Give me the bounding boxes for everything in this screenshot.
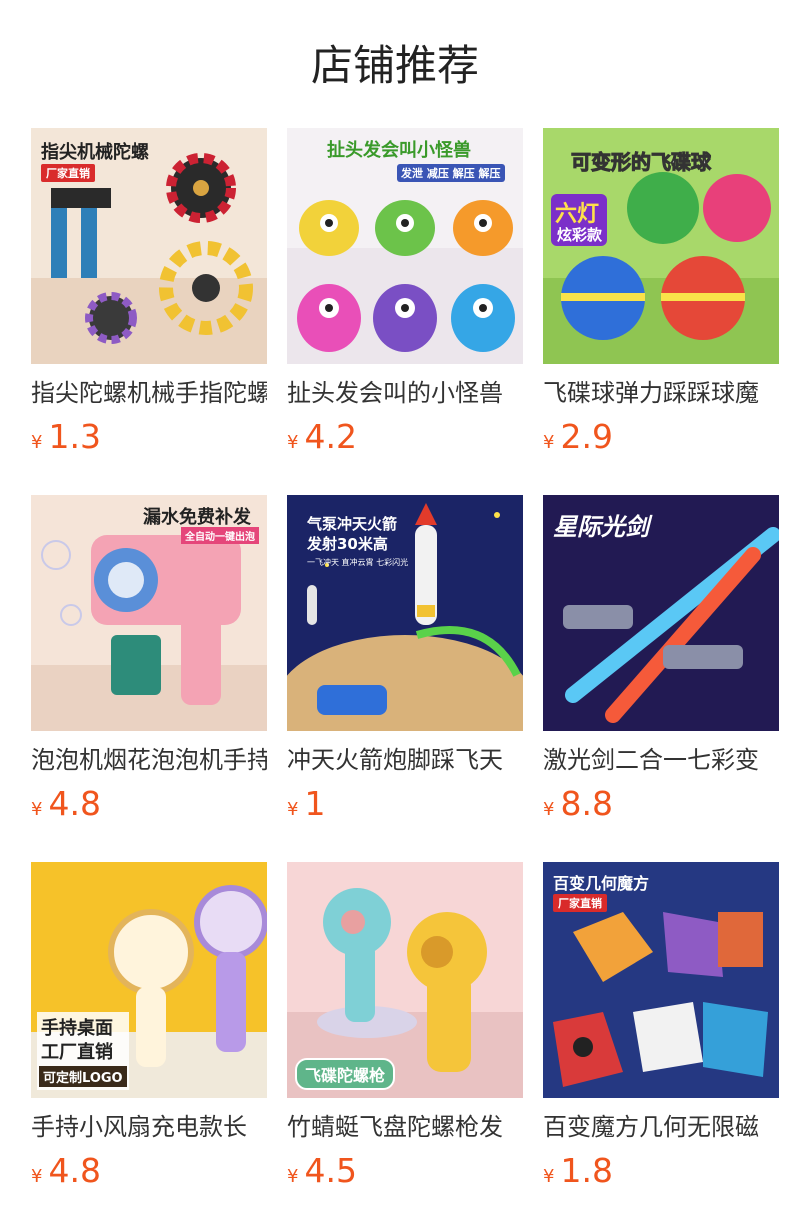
- price-value: 4.5: [304, 1151, 357, 1190]
- image-label-2: 发射30米高: [307, 535, 388, 553]
- product-name[interactable]: 泡泡机烟花泡泡机手持: [31, 743, 267, 777]
- product-card[interactable]: 星际光剑 激光剑二合一七彩变 ¥8.8: [543, 495, 779, 823]
- lightsaber-image[interactable]: 星际光剑: [543, 495, 779, 731]
- product-price: ¥1: [287, 785, 325, 823]
- product-name[interactable]: 百变魔方几何无限磁: [543, 1110, 779, 1144]
- image-label: 漏水免费补发: [143, 507, 251, 528]
- product-card[interactable]: 指尖机械陀螺 厂家直销 指尖陀螺机械手指陀螺 ¥1.3: [31, 128, 267, 456]
- page-title: 店铺推荐: [310, 41, 479, 90]
- image-label: 可变形的飞碟球: [571, 150, 712, 175]
- product-card[interactable]: 气泵冲天火箭 发射30米高 一飞冲天 直冲云霄 七彩闪光 冲天火箭炮脚踩飞天 ¥…: [287, 495, 523, 823]
- product-price: ¥4.2: [287, 418, 357, 456]
- product-price: ¥1.8: [543, 1152, 613, 1190]
- currency-symbol: ¥: [543, 799, 555, 820]
- bubble-gun-image[interactable]: 漏水免费补发 全自动一键出泡: [31, 495, 267, 731]
- product-price: ¥2.9: [543, 418, 613, 456]
- currency-symbol: ¥: [31, 1166, 43, 1187]
- product-price: ¥4.8: [31, 785, 101, 823]
- product-card[interactable]: 百变几何魔方 厂家直销 百变魔方几何无限磁 ¥1.8: [543, 862, 779, 1190]
- currency-symbol: ¥: [287, 432, 299, 453]
- currency-symbol: ¥: [543, 1166, 555, 1187]
- currency-symbol: ¥: [31, 799, 43, 820]
- price-value: 1.8: [560, 1151, 613, 1190]
- price-value: 4.8: [48, 784, 101, 823]
- image-label: 气泵冲天火箭: [307, 515, 398, 533]
- price-value: 1.3: [48, 417, 101, 456]
- currency-symbol: ¥: [543, 432, 555, 453]
- product-price: ¥4.5: [287, 1152, 357, 1190]
- image-caption: 一飞冲天 直冲云霄 七彩闪光: [307, 558, 409, 567]
- image-label-2: 工厂直销: [41, 1042, 113, 1063]
- product-name[interactable]: 竹蜻蜓飞盘陀螺枪发: [287, 1110, 523, 1144]
- product-price: ¥4.8: [31, 1152, 101, 1190]
- monster-toy-image[interactable]: 扯头发会叫小怪兽 发泄 减压 解压 解压: [287, 128, 523, 364]
- magic-cube-image[interactable]: 百变几何魔方 厂家直销: [543, 862, 779, 1098]
- product-card[interactable]: 扯头发会叫小怪兽 发泄 减压 解压 解压 扯头发会叫的小怪兽 ¥4.2: [287, 128, 523, 456]
- image-label: 百变几何魔方: [553, 874, 650, 893]
- product-name[interactable]: 飞碟球弹力踩踩球魔: [543, 376, 779, 410]
- product-card[interactable]: 飞碟陀螺枪 竹蜻蜓飞盘陀螺枪发 ¥4.5: [287, 862, 523, 1190]
- image-label: 指尖机械陀螺: [41, 142, 149, 163]
- product-price: ¥1.3: [31, 418, 101, 456]
- product-price: ¥8.8: [543, 785, 613, 823]
- product-name[interactable]: 冲天火箭炮脚踩飞天: [287, 743, 523, 777]
- product-name[interactable]: 扯头发会叫的小怪兽: [287, 376, 523, 410]
- ufo-ball-image[interactable]: 可变形的飞碟球 六灯 炫彩款: [543, 128, 779, 364]
- image-label: 飞碟陀螺枪: [295, 1058, 396, 1090]
- image-label: 手持桌面: [41, 1018, 113, 1039]
- product-card[interactable]: 可变形的飞碟球 六灯 炫彩款 飞碟球弹力踩踩球魔 ¥2.9: [543, 128, 779, 456]
- product-name[interactable]: 指尖陀螺机械手指陀螺: [31, 376, 267, 410]
- image-badge: 发泄 减压 解压 解压: [397, 164, 505, 182]
- currency-symbol: ¥: [287, 1166, 299, 1187]
- disc-launcher-image[interactable]: 飞碟陀螺枪: [287, 862, 523, 1098]
- currency-symbol: ¥: [31, 432, 43, 453]
- rocket-launcher-image[interactable]: 气泵冲天火箭 发射30米高 一飞冲天 直冲云霄 七彩闪光: [287, 495, 523, 731]
- fidget-spinner-image[interactable]: 指尖机械陀螺 厂家直销: [31, 128, 267, 364]
- price-value: 1: [304, 784, 326, 823]
- handheld-fan-image[interactable]: 手持桌面 工厂直销 可定制LOGO: [31, 862, 267, 1098]
- price-value: 8.8: [560, 784, 613, 823]
- product-card[interactable]: 漏水免费补发 全自动一键出泡 泡泡机烟花泡泡机手持 ¥4.8: [31, 495, 267, 823]
- image-label: 星际光剑: [553, 513, 649, 541]
- image-badge-sub: 炫彩款: [557, 226, 603, 244]
- price-value: 4.8: [48, 1151, 101, 1190]
- image-badge: 厂家直销: [41, 164, 95, 182]
- currency-symbol: ¥: [287, 799, 299, 820]
- image-badge: 厂家直销: [553, 894, 607, 912]
- product-name[interactable]: 手持小风扇充电款长: [31, 1110, 267, 1144]
- product-card[interactable]: 手持桌面 工厂直销 可定制LOGO 手持小风扇充电款长 ¥4.8: [31, 862, 267, 1190]
- image-badge: 可定制LOGO: [39, 1066, 127, 1087]
- price-value: 2.9: [560, 417, 613, 456]
- image-badge: 全自动一键出泡: [181, 527, 259, 544]
- image-label: 扯头发会叫小怪兽: [327, 140, 471, 161]
- product-name[interactable]: 激光剑二合一七彩变: [543, 743, 779, 777]
- price-value: 4.2: [304, 417, 357, 456]
